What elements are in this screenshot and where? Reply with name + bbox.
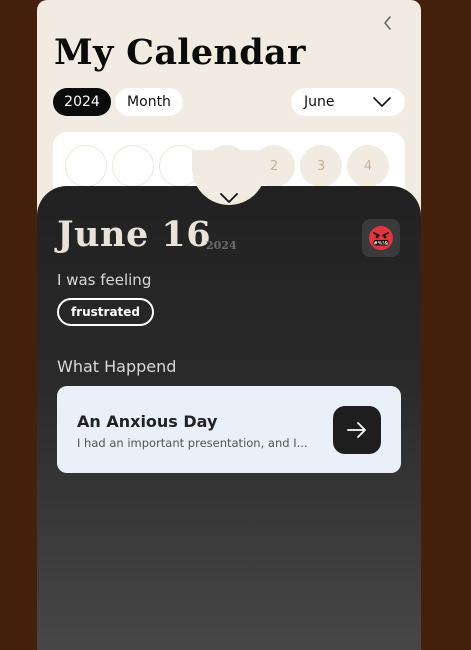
day-cell[interactable]: 4 — [347, 145, 389, 187]
feeling-label: I was feeling — [57, 271, 152, 289]
page-title: My Calendar — [54, 32, 306, 73]
chevron-down-icon — [373, 97, 391, 107]
open-entry-button[interactable] — [333, 406, 381, 454]
day-cell-empty — [65, 145, 107, 187]
back-button[interactable] — [379, 14, 397, 32]
chevron-down-icon — [220, 193, 238, 203]
day-detail-sheet: June 16 2024 #%!& I was feeling frustrat… — [37, 186, 421, 650]
month-select-value: June — [304, 94, 335, 110]
selected-date-title: June 16 — [57, 214, 212, 255]
svg-text:#%!&: #%!& — [374, 240, 389, 246]
entry-title: An Anxious Day — [77, 412, 218, 431]
month-select[interactable]: June — [291, 88, 405, 116]
chevron-left-icon — [384, 16, 391, 30]
day-cell[interactable]: 3 — [300, 145, 342, 187]
month-view-button[interactable]: Month — [115, 88, 183, 116]
day-cell-empty — [112, 145, 154, 187]
entry-preview: I had an important presentation, and I..… — [77, 436, 308, 450]
year-button[interactable]: 2024 — [53, 88, 111, 116]
selected-date-year: 2024 — [206, 239, 237, 252]
arrow-right-icon — [347, 422, 366, 438]
calendar-app: My Calendar 2024 Month June 1 2 3 4 June… — [37, 0, 421, 650]
mood-tag[interactable]: frustrated — [57, 298, 154, 326]
angry-emoji-icon: #%!& — [369, 226, 393, 250]
section-heading: What Happend — [57, 357, 177, 376]
mood-emoji-button[interactable]: #%!& — [362, 219, 400, 257]
journal-entry-card[interactable]: An Anxious Day I had an important presen… — [57, 386, 401, 473]
